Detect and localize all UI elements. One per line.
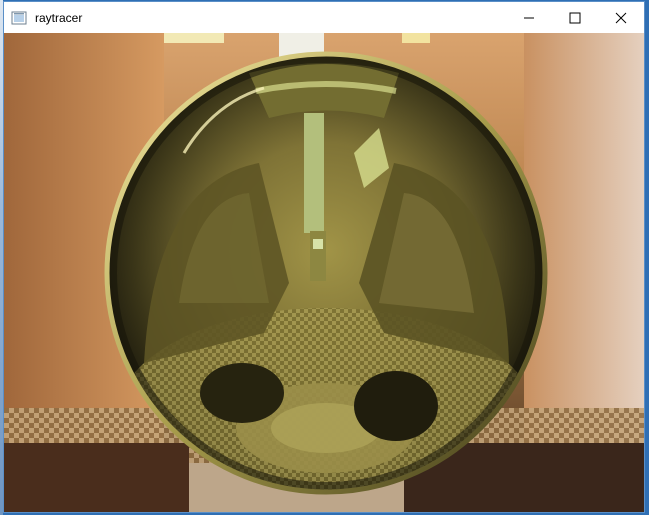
close-button[interactable] [598,2,644,33]
left-bench [4,443,189,512]
render-canvas[interactable] [4,33,644,512]
maximize-icon [569,12,581,23]
title-bar[interactable]: raytracer [4,2,644,33]
app-window: raytracer [3,1,645,513]
minimize-button[interactable] [506,2,552,33]
window-title: raytracer [35,10,83,25]
right-light [402,33,430,43]
close-icon [615,12,627,23]
app-window-icon [11,11,27,24]
minimize-icon [524,17,534,18]
maximize-button[interactable] [552,2,598,33]
raytraced-scene [4,33,644,512]
window-controls [506,2,644,33]
left-light [164,33,224,43]
